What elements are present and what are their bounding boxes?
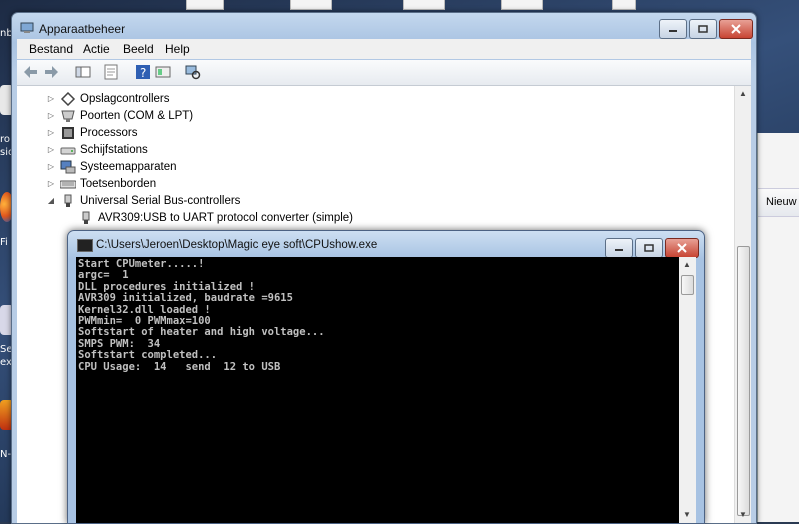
console-line: SMPS PWM: 34 xyxy=(78,337,161,350)
background-window[interactable]: Nieuw xyxy=(757,133,799,522)
tree-item-label: Systeemapparaten xyxy=(80,160,177,173)
close-icon xyxy=(677,243,687,253)
close-icon xyxy=(731,24,741,34)
desktop-thumbnail[interactable] xyxy=(501,0,543,10)
maximize-button[interactable] xyxy=(635,238,663,258)
console-line: DLL procedures initialized ! xyxy=(78,280,256,293)
tree-item-label: Processors xyxy=(80,126,138,139)
tree-item-label: Opslagcontrollers xyxy=(80,92,170,105)
console-title: C:\Users\Jeroen\Desktop\Magic eye soft\C… xyxy=(96,239,378,251)
menu-bar: Bestand Actie Beeld Help xyxy=(17,39,751,59)
tree-item-opslagcontrollers[interactable]: ▷ Opslagcontrollers xyxy=(46,90,169,107)
menu-beeld[interactable]: Beeld xyxy=(123,42,154,56)
tree-item-label: Poorten (COM & LPT) xyxy=(80,109,194,122)
expand-arrow-icon[interactable]: ▷ xyxy=(46,111,56,120)
expand-arrow-icon[interactable]: ▷ xyxy=(46,179,56,188)
tree-item-poorten[interactable]: ▷ Poorten (COM & LPT) xyxy=(46,107,193,124)
scrollbar-thumb[interactable] xyxy=(681,275,694,295)
desktop-icon-label[interactable]: Fi xyxy=(0,237,8,248)
console-scrollbar[interactable]: ▲ ▼ xyxy=(679,257,696,523)
toolbar: ? xyxy=(17,60,751,86)
tree-item-toetsenborden[interactable]: ▷ Toetsenborden xyxy=(46,175,156,192)
console-line: Softstart completed... xyxy=(78,349,218,362)
console-line: Kernel32.dll loaded ! xyxy=(78,303,211,316)
console-text: Start CPUmeter.....! argc= 1 DLL procedu… xyxy=(76,257,679,373)
system-device-icon xyxy=(60,160,76,173)
menu-bestand[interactable]: Bestand xyxy=(29,42,73,56)
device-manager-icon xyxy=(20,22,34,33)
show-hide-tree-icon[interactable] xyxy=(75,64,91,80)
tree-item-label: AVR309:USB to UART protocol converter (s… xyxy=(98,211,354,224)
scroll-up-arrow-icon[interactable]: ▲ xyxy=(735,86,751,102)
expand-arrow-icon[interactable]: ▷ xyxy=(46,128,56,137)
console-line: argc= 1 xyxy=(78,269,129,282)
svg-text:?: ? xyxy=(140,66,146,80)
disk-drive-icon xyxy=(60,147,76,154)
tree-item-schijfstations[interactable]: ▷ Schijfstations xyxy=(46,141,148,158)
expand-arrow-icon[interactable]: ▷ xyxy=(46,94,56,103)
desktop-thumbnail[interactable] xyxy=(186,0,224,10)
console-line: Softstart of heater and high voltage... xyxy=(78,326,325,339)
scroll-down-arrow-icon[interactable]: ▼ xyxy=(679,507,695,523)
tree-item-usb-controllers[interactable]: ◢ Universal Serial Bus-controllers xyxy=(46,192,240,209)
desktop-icon-label[interactable]: ro xyxy=(0,134,10,145)
tree-item-systeemapparaten[interactable]: ▷ Systeemapparaten xyxy=(46,158,177,175)
tree-item-processors[interactable]: ▷ Processors xyxy=(46,124,138,141)
collapse-arrow-icon[interactable]: ◢ xyxy=(46,196,56,205)
window-title: Apparaatbeheer xyxy=(39,22,126,36)
minimize-button[interactable] xyxy=(605,238,633,258)
close-button[interactable] xyxy=(665,238,699,258)
scroll-down-arrow-icon[interactable]: ▼ xyxy=(735,507,751,523)
port-icon xyxy=(61,110,75,122)
update-driver-icon[interactable] xyxy=(155,64,171,80)
processor-icon xyxy=(62,126,74,139)
console-window: C:\Users\Jeroen\Desktop\Magic eye soft\C… xyxy=(67,230,705,524)
column-header[interactable]: Nieuw xyxy=(758,188,799,217)
desktop-thumbnail[interactable] xyxy=(403,0,445,10)
tree-item-label: Schijfstations xyxy=(80,143,148,156)
console-app-icon xyxy=(77,239,93,252)
console-output[interactable]: Start CPUmeter.....! argc= 1 DLL procedu… xyxy=(76,257,679,523)
console-line: CPU Usage: 14 send 12 to USB xyxy=(78,360,281,373)
tree-item-label: Universal Serial Bus-controllers xyxy=(80,194,241,207)
usb-device-icon xyxy=(82,211,90,224)
expand-arrow-icon[interactable]: ▷ xyxy=(46,162,56,171)
menu-actie[interactable]: Actie xyxy=(83,42,110,56)
desktop-thumbnail[interactable] xyxy=(290,0,332,10)
usb-icon xyxy=(64,194,72,207)
console-line: AVR309 initialized, baudrate =9615 xyxy=(78,292,293,305)
tree-scrollbar[interactable]: ▲ ▼ xyxy=(734,86,751,523)
close-button[interactable] xyxy=(719,19,753,39)
maximize-icon xyxy=(698,25,708,33)
column-header-label: Nieuw xyxy=(766,196,797,208)
properties-icon[interactable] xyxy=(103,64,119,80)
scan-hardware-icon[interactable] xyxy=(185,64,201,80)
console-line: PWMmin= 0 PWMmax=100 xyxy=(78,315,211,328)
menu-help[interactable]: Help xyxy=(165,42,190,56)
storage-controller-icon xyxy=(60,91,76,106)
scrollbar-thumb[interactable] xyxy=(737,246,750,516)
keyboard-icon xyxy=(60,180,76,188)
minimize-icon xyxy=(615,249,623,251)
maximize-button[interactable] xyxy=(689,19,717,39)
expand-arrow-icon[interactable]: ▷ xyxy=(46,145,56,154)
desktop-thumbnail[interactable] xyxy=(612,0,636,10)
console-line: Start CPUmeter.....! xyxy=(78,258,205,270)
tree-item-avr309[interactable]: AVR309:USB to UART protocol converter (s… xyxy=(64,209,353,226)
minimize-icon xyxy=(669,30,677,32)
help-icon[interactable]: ? xyxy=(135,64,151,80)
maximize-icon xyxy=(644,244,654,252)
back-icon[interactable] xyxy=(23,64,39,80)
tree-item-label: Toetsenborden xyxy=(80,177,157,190)
scroll-up-arrow-icon[interactable]: ▲ xyxy=(679,257,695,273)
minimize-button[interactable] xyxy=(659,19,687,39)
forward-icon[interactable] xyxy=(43,64,59,80)
